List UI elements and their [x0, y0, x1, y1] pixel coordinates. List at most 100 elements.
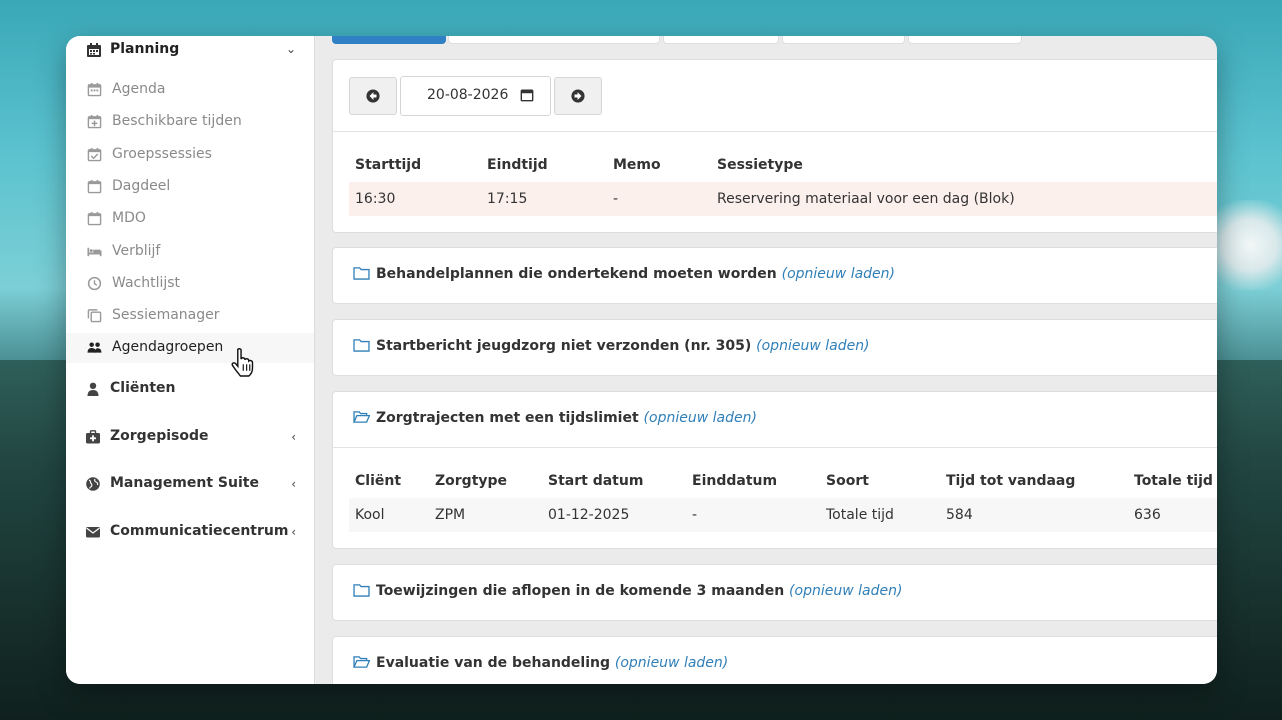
agenda-card: 20-08-2026 Starttijd Eindtijd Memo Sessi… — [332, 59, 1217, 233]
bed-icon — [87, 247, 102, 257]
sidebar-item-label: Cliënten — [110, 380, 176, 396]
panel-evaluatie: Evaluatie van de behandeling (opnieuw la… — [332, 636, 1217, 684]
calendar-icon — [87, 43, 101, 57]
column-header: Memo — [613, 157, 661, 173]
table-cell: 17:15 — [487, 182, 613, 216]
panel-title: Behandelplannen die ondertekend moeten w… — [353, 266, 895, 282]
calendar-icon — [87, 211, 102, 226]
column-header: Eindtijd — [487, 157, 548, 173]
reload-link[interactable]: (opnieuw laden) — [782, 266, 895, 282]
sidebar-item-management-suite[interactable]: Management Suite ‹ — [66, 468, 314, 500]
sidebar-item-agenda[interactable]: Agenda — [66, 75, 314, 105]
column-header: Start datum — [548, 473, 644, 489]
sidebar-item-label: Beschikbare tijden — [112, 113, 242, 129]
sidebar-item-sessiemanager[interactable]: Sessiemanager — [66, 301, 314, 331]
folder-open-icon — [353, 656, 370, 668]
table-cell: 584 — [946, 498, 1134, 532]
column-header: Starttijd — [355, 157, 422, 173]
table-cell: - — [613, 182, 717, 216]
calendar-plus-icon — [87, 114, 102, 129]
calendar-check-icon — [87, 147, 102, 162]
panel-startbericht[interactable]: Startbericht jeugdzorg niet verzonden (n… — [332, 319, 1217, 376]
tab-2[interactable] — [448, 36, 660, 44]
panel-behandelplannen[interactable]: Behandelplannen die ondertekend moeten w… — [332, 247, 1217, 304]
globe-icon — [86, 477, 100, 491]
panel-title-text: Startbericht jeugdzorg niet verzonden (n… — [376, 338, 752, 354]
folder-open-icon — [353, 411, 370, 423]
table-row[interactable]: 16:30 17:15 - Reservering materiaal voor… — [349, 182, 1217, 216]
sidebar-item-zorgepisode[interactable]: Zorgepisode ‹ — [66, 421, 314, 453]
sidebar-item-label: Verblijf — [112, 243, 161, 259]
sidebar-item-groepssessies[interactable]: Groepssessies — [66, 140, 314, 170]
column-header: Sessietype — [717, 157, 803, 173]
panel-title-text: Evaluatie van de behandeling — [376, 655, 611, 671]
sidebar-item-agendagroepen[interactable]: Agendagroepen — [66, 333, 314, 363]
envelope-icon — [86, 527, 100, 538]
arrow-right-circle-icon — [571, 89, 585, 103]
nav-planning-label: Planning — [110, 41, 180, 57]
reload-link[interactable]: (opnieuw laden) — [789, 583, 902, 599]
chevron-left-icon: ‹ — [291, 430, 296, 444]
calendar-icon — [87, 179, 102, 194]
folder-icon — [353, 584, 370, 597]
zorgtrajecten-table: Cliënt Zorgtype Start datum Einddatum So… — [349, 464, 1217, 532]
panel-title-text: Toewijzingen die aflopen in de komende 3… — [376, 583, 785, 599]
sidebar-item-dagdeel[interactable]: Dagdeel — [66, 172, 314, 202]
sidebar-item-label: Management Suite — [110, 475, 259, 491]
sidebar-item-label: Agendagroepen — [112, 339, 224, 355]
table-cell: - — [692, 498, 826, 532]
reload-link[interactable]: (opnieuw laden) — [644, 410, 757, 426]
sidebar-item-label: Zorgepisode — [110, 428, 209, 444]
hand-cursor-icon — [231, 348, 254, 377]
table-row[interactable]: Kool ZPM 01-12-2025 - Totale tijd 584 63… — [349, 498, 1217, 532]
table-cell: Kool — [349, 498, 435, 532]
calendar-picker-icon[interactable] — [520, 88, 534, 102]
date-input[interactable]: 20-08-2026 — [400, 76, 551, 116]
divider — [333, 131, 1217, 132]
copy-icon — [87, 309, 102, 323]
tab-1[interactable] — [332, 36, 446, 44]
table-cell: 636 — [1134, 498, 1217, 532]
column-header: Cliënt — [355, 473, 402, 489]
sidebar-item-communicatiecentrum[interactable]: Communicatiecentrum ‹ — [66, 516, 314, 548]
table-cell: 16:30 — [349, 182, 487, 216]
panel-title-text: Behandelplannen die ondertekend moeten w… — [376, 266, 777, 282]
main-content: 20-08-2026 Starttijd Eindtijd Memo Sessi… — [332, 36, 1217, 684]
tab-4[interactable] — [782, 36, 905, 44]
clock-icon — [87, 276, 102, 291]
tab-3[interactable] — [663, 36, 779, 44]
folder-icon — [353, 267, 370, 280]
panel-title[interactable]: Zorgtrajecten met een tijdslimiet (opnie… — [353, 410, 757, 426]
sessions-table: Starttijd Eindtijd Memo Sessietype 16:30… — [349, 148, 1217, 216]
table-cell: Totale tijd — [826, 498, 946, 532]
tab-5[interactable] — [908, 36, 1022, 44]
sidebar-item-clienten[interactable]: Cliënten — [66, 373, 314, 405]
users-icon — [87, 342, 102, 353]
reload-link[interactable]: (opnieuw laden) — [615, 655, 728, 671]
reload-link[interactable]: (opnieuw laden) — [756, 338, 869, 354]
date-value: 20-08-2026 — [427, 87, 509, 103]
sidebar-item-mdo[interactable]: MDO — [66, 204, 314, 234]
previous-day-button[interactable] — [349, 77, 397, 115]
chevron-left-icon: ‹ — [291, 525, 296, 539]
sidebar-item-beschikbare-tijden[interactable]: Beschikbare tijden — [66, 107, 314, 137]
chevron-left-icon: ‹ — [291, 477, 296, 491]
sidebar-item-label: MDO — [112, 210, 146, 226]
table-header-row: Cliënt Zorgtype Start datum Einddatum So… — [349, 464, 1217, 498]
calendar-icon — [87, 82, 102, 97]
sidebar-item-verblijf[interactable]: Verblijf — [66, 237, 314, 267]
sidebar-item-wachtlijst[interactable]: Wachtlijst — [66, 269, 314, 299]
chevron-down-icon: ⌄ — [285, 42, 296, 56]
next-day-button[interactable] — [554, 77, 602, 115]
sidebar-item-label: Groepssessies — [112, 146, 212, 162]
column-header: Tijd tot vandaag — [946, 473, 1076, 489]
panel-title[interactable]: Evaluatie van de behandeling (opnieuw la… — [353, 655, 728, 671]
nav-planning[interactable]: Planning ⌄ — [66, 36, 314, 66]
sidebar: Planning ⌄ Agenda Beschikbare tijden Gro… — [66, 36, 315, 684]
sidebar-item-label: Dagdeel — [112, 178, 171, 194]
table-cell: ZPM — [435, 498, 548, 532]
panel-toewijzingen[interactable]: Toewijzingen die aflopen in de komende 3… — [332, 564, 1217, 621]
panel-title: Toewijzingen die aflopen in de komende 3… — [353, 583, 902, 599]
table-header-row: Starttijd Eindtijd Memo Sessietype — [349, 148, 1217, 182]
table-cell: 01-12-2025 — [548, 498, 692, 532]
